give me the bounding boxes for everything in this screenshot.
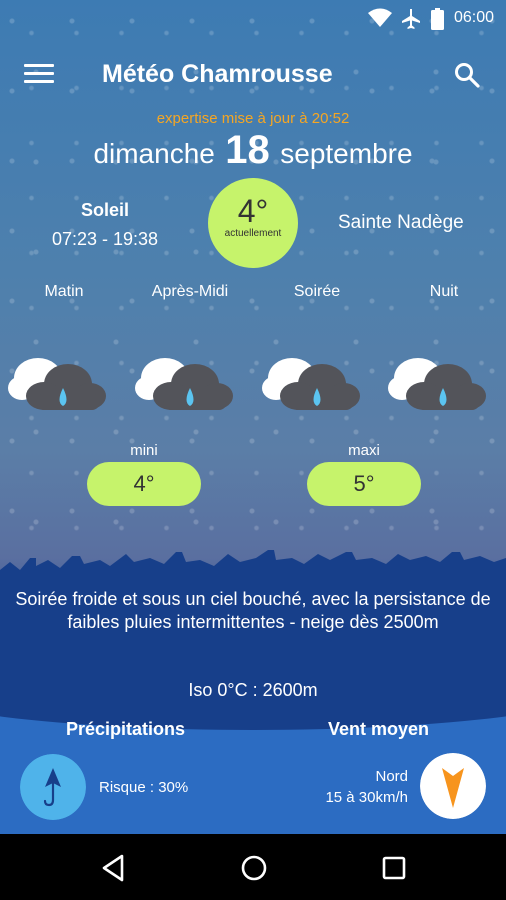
precipitation-title: Précipitations [66, 719, 186, 739]
wind-direction: Nord [375, 768, 408, 785]
current-temperature-badge: 4° actuellement [208, 178, 298, 268]
clock: 06:00 [453, 9, 494, 26]
forecast-summary: Soirée froide et sous un ciel bouché, av… [15, 589, 491, 632]
menu-icon[interactable] [24, 64, 54, 86]
recents-icon[interactable] [378, 852, 410, 884]
weekday: dimanche [93, 138, 215, 169]
system-navigation-bar [0, 834, 506, 900]
period-label-night: Nuit [429, 283, 459, 300]
cloud-rain-icon [388, 358, 486, 410]
cloud-rain-icon [262, 358, 360, 410]
app-title: Météo Chamrousse [102, 60, 333, 88]
current-label: actuellement [224, 228, 282, 239]
status-bar: 06:00 [0, 0, 506, 36]
freezing-level: Iso 0°C : 2600m [188, 680, 318, 700]
update-timestamp: expertise mise à jour à 20:52 [156, 110, 350, 127]
saint-of-the-day: Sainte Nadège [338, 212, 464, 233]
min-temperature-value: 4° [87, 462, 201, 506]
search-icon[interactable] [454, 62, 480, 88]
battery-icon [431, 8, 444, 30]
period-label-evening: Soirée [293, 283, 341, 300]
min-temperature-label: mini [130, 442, 158, 459]
umbrella-icon [20, 754, 86, 820]
max-temperature-value: 5° [307, 462, 421, 506]
wind-arrow-icon [420, 753, 486, 819]
cloud-rain-icon [8, 358, 106, 410]
current-temperature: 4° [237, 193, 269, 229]
wind-speed: 15 à 30km/h [325, 789, 408, 806]
airplane-icon [402, 9, 420, 29]
app-screen: 06:00 Météo Chamrousse expertise mise à … [0, 0, 506, 900]
max-temperature-label: maxi [348, 442, 380, 459]
month: septembre [280, 138, 413, 169]
date-display: dimanche 18 septembre [0, 128, 506, 173]
cloud-rain-icon [135, 358, 233, 410]
wind-title: Vent moyen [328, 719, 430, 739]
precipitation-risk: Risque : 30% [99, 779, 189, 796]
wifi-icon [368, 8, 392, 27]
day-number: 18 [225, 128, 270, 172]
sun-label: Soleil [80, 200, 129, 220]
home-icon[interactable] [238, 852, 270, 884]
sun-hours: 07:23 - 19:38 [51, 229, 159, 249]
period-label-afternoon: Après-Midi [151, 283, 229, 300]
period-label-morning: Matin [44, 283, 84, 300]
app-bar: Météo Chamrousse [0, 50, 506, 100]
sun-times: Soleil 07:23 - 19:38 [40, 200, 170, 250]
back-icon[interactable] [98, 852, 130, 884]
